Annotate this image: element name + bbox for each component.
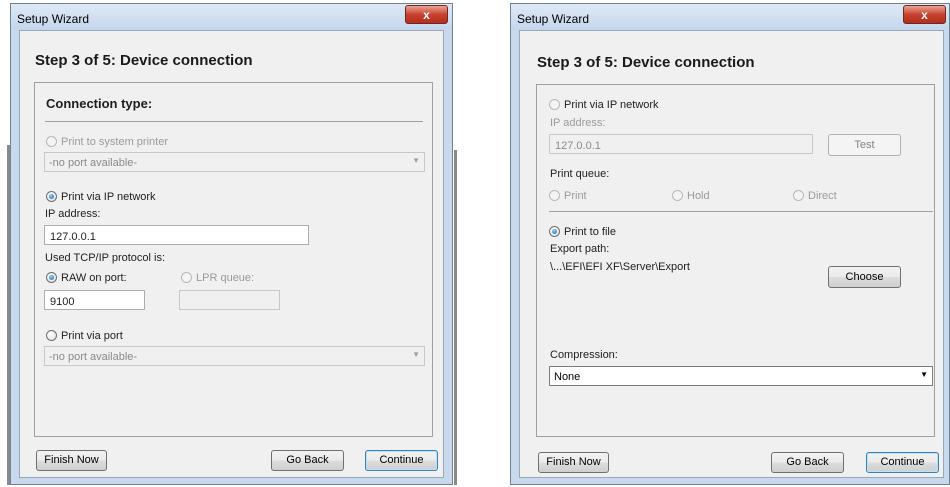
window-title: Setup Wizard <box>517 12 590 26</box>
print-via-port-radio[interactable] <box>46 330 57 341</box>
lpr-queue-label: LPR queue: <box>196 272 255 284</box>
compression-value: None <box>554 371 581 383</box>
queue-hold-radio[interactable] <box>672 190 683 201</box>
finish-now-button[interactable]: Finish Now <box>538 452 609 473</box>
backdrop-edge <box>454 150 457 485</box>
ip-address-label: IP address: <box>550 117 606 129</box>
close-button[interactable]: x <box>903 5 946 24</box>
title-bar[interactable]: Setup Wizard x <box>511 4 949 30</box>
ip-address-label: IP address: <box>45 208 101 220</box>
raw-port-label: RAW on port: <box>61 272 127 284</box>
raw-port-input[interactable]: 9100 <box>44 290 145 310</box>
print-via-port-value: -no port available- <box>49 351 138 363</box>
step-title: Step 3 of 5: Device connection <box>35 52 253 69</box>
connection-type-header: Connection type: <box>46 96 153 111</box>
section-separator <box>549 211 933 212</box>
compression-select[interactable]: None ▼ <box>549 366 933 386</box>
continue-button[interactable]: Continue <box>866 452 939 473</box>
print-to-file-label: Print to file <box>564 226 616 238</box>
print-to-file-radio[interactable] <box>549 226 560 237</box>
queue-hold-label: Hold <box>687 190 710 202</box>
wizard-client-area: Step 3 of 5: Device connection Print via… <box>519 30 944 478</box>
lpr-queue-input[interactable] <box>179 290 280 310</box>
ip-network-label: Print via IP network <box>61 191 156 203</box>
queue-direct-radio[interactable] <box>793 190 804 201</box>
close-button[interactable]: x <box>405 5 448 24</box>
chevron-down-icon: ▼ <box>412 156 420 165</box>
queue-print-radio[interactable] <box>549 190 560 201</box>
connection-panel: Print via IP network IP address: 127.0.0… <box>536 84 935 437</box>
choose-button[interactable]: Choose <box>828 266 901 288</box>
setup-wizard-window-right: Setup Wizard x Step 3 of 5: Device conne… <box>510 3 950 485</box>
system-printer-radio[interactable] <box>46 136 57 147</box>
print-queue-label: Print queue: <box>550 168 610 180</box>
compression-label: Compression: <box>550 349 618 361</box>
window-title: Setup Wizard <box>17 12 90 26</box>
ip-address-input[interactable]: 127.0.0.1 <box>549 134 813 154</box>
title-bar[interactable]: Setup Wizard x <box>11 4 452 30</box>
chevron-down-icon: ▼ <box>412 350 420 359</box>
export-path-value: \...\EFI\EFI XF\Server\Export <box>550 261 690 273</box>
go-back-button[interactable]: Go Back <box>271 450 344 471</box>
queue-direct-label: Direct <box>808 190 837 202</box>
queue-print-label: Print <box>564 190 587 202</box>
lpr-queue-radio[interactable] <box>181 272 192 283</box>
print-via-port-select[interactable]: -no port available- ▼ <box>44 346 425 366</box>
continue-button[interactable]: Continue <box>365 450 438 471</box>
ip-network-radio[interactable] <box>46 191 57 202</box>
export-path-label: Export path: <box>550 243 610 255</box>
step-title: Step 3 of 5: Device connection <box>537 54 755 71</box>
setup-wizard-window-left: Setup Wizard x Step 3 of 5: Device conne… <box>10 3 453 485</box>
go-back-button[interactable]: Go Back <box>771 452 844 473</box>
ip-network-label: Print via IP network <box>564 99 659 111</box>
system-printer-label: Print to system printer <box>61 136 168 148</box>
header-separator <box>45 121 423 122</box>
print-via-port-label: Print via port <box>61 330 123 342</box>
system-printer-port-select[interactable]: -no port available- ▼ <box>44 152 425 172</box>
test-button[interactable]: Test <box>828 134 901 156</box>
ip-network-radio[interactable] <box>549 99 560 110</box>
finish-now-button[interactable]: Finish Now <box>36 450 107 471</box>
system-printer-port-value: -no port available- <box>49 157 138 169</box>
chevron-down-icon: ▼ <box>920 370 928 379</box>
connection-panel: Connection type: Print to system printer… <box>34 82 433 437</box>
wizard-client-area: Step 3 of 5: Device connection Connectio… <box>19 30 444 478</box>
raw-port-radio[interactable] <box>46 272 57 283</box>
tcp-protocol-label: Used TCP/IP protocol is: <box>45 252 166 264</box>
ip-address-input[interactable]: 127.0.0.1 <box>44 225 309 245</box>
